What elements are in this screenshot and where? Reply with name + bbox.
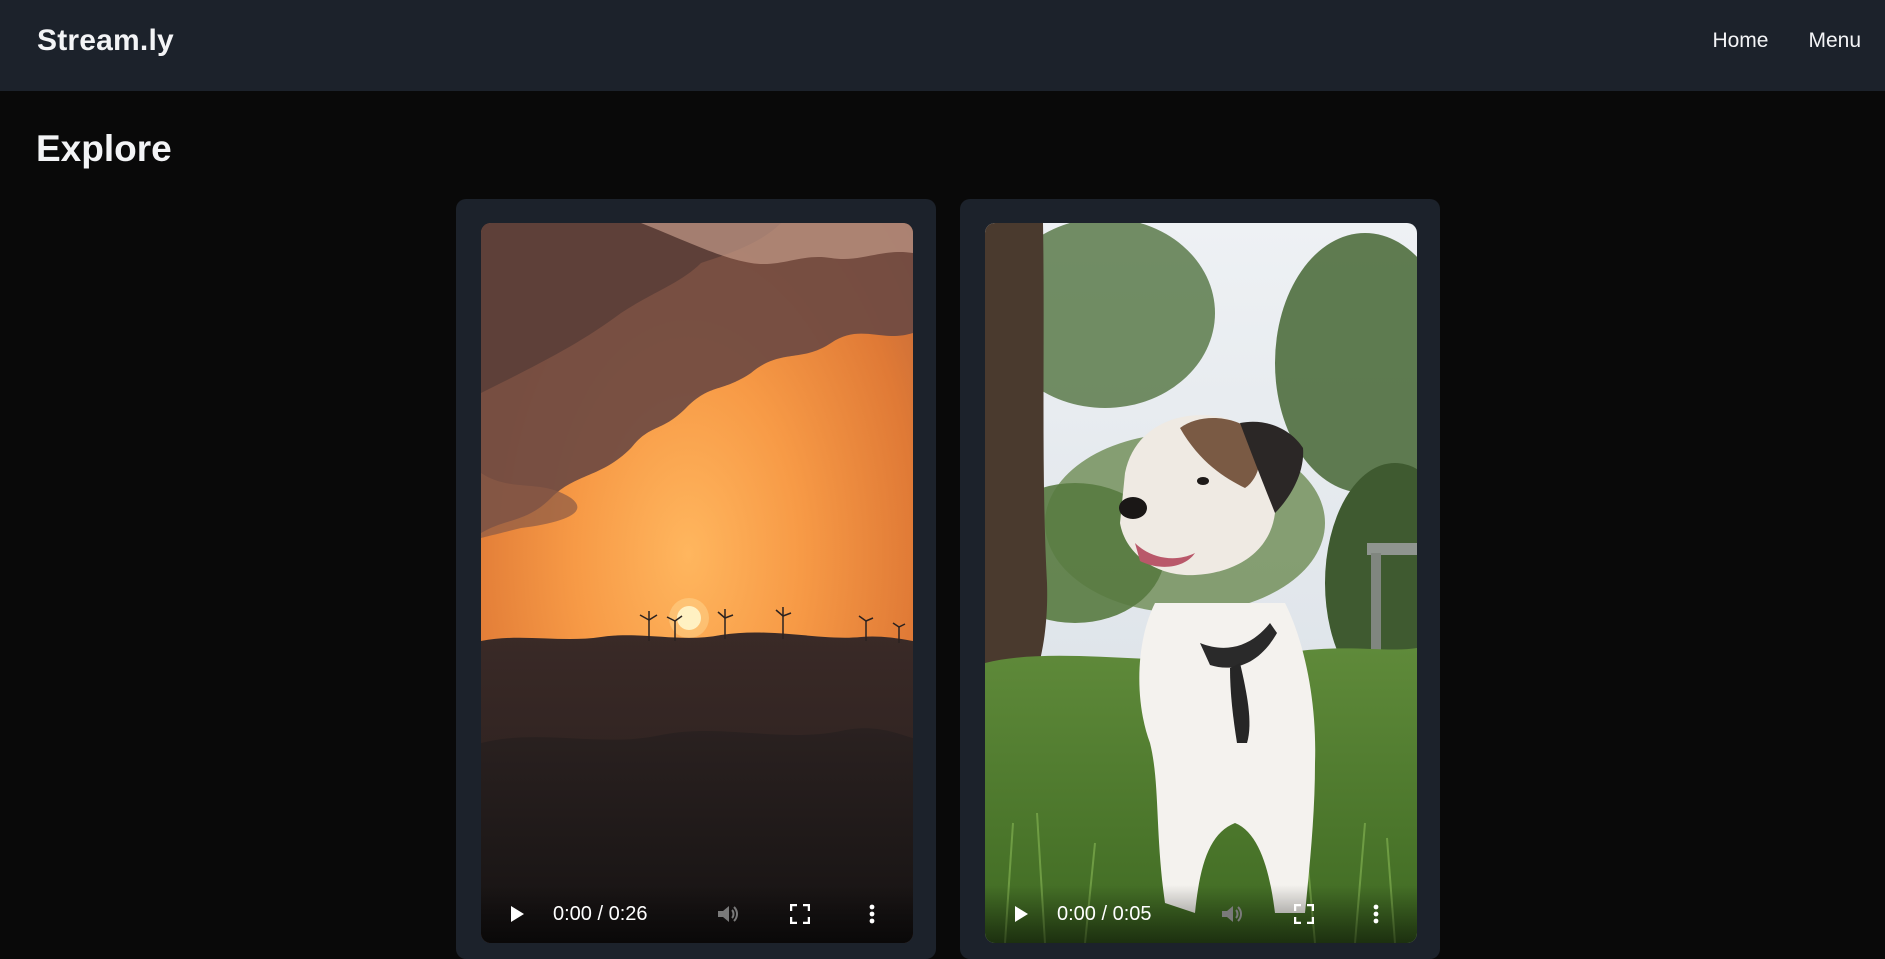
video-thumbnail-dog: [985, 223, 1417, 943]
brand-logo[interactable]: Stream.ly: [37, 24, 174, 58]
video-time: 0:00 / 0:26: [553, 903, 648, 925]
video-card: 0:00 / 0:05: [960, 199, 1440, 959]
video-controls: 0:00 / 0:26: [481, 885, 913, 943]
video-controls: 0:00 / 0:05: [985, 885, 1417, 943]
more-options-icon[interactable]: [1361, 899, 1391, 929]
video-card: 0:00 / 0:26: [456, 199, 936, 959]
video-time: 0:00 / 0:05: [1057, 903, 1152, 925]
play-icon[interactable]: [1006, 899, 1036, 929]
volume-icon[interactable]: [713, 899, 743, 929]
video-thumbnail-sunset: [481, 223, 913, 943]
play-icon[interactable]: [502, 899, 532, 929]
nav-menu-link[interactable]: Menu: [1808, 29, 1861, 53]
video-player[interactable]: 0:00 / 0:26: [481, 223, 913, 943]
main-nav: Home Menu: [1712, 29, 1861, 53]
more-options-icon[interactable]: [857, 899, 887, 929]
fullscreen-icon[interactable]: [785, 899, 815, 929]
fullscreen-icon[interactable]: [1289, 899, 1319, 929]
nav-home-link[interactable]: Home: [1712, 29, 1768, 53]
page-title: Explore: [36, 128, 172, 169]
volume-icon[interactable]: [1217, 899, 1247, 929]
video-player[interactable]: 0:00 / 0:05: [985, 223, 1417, 943]
top-navbar: Stream.ly Home Menu: [0, 0, 1885, 91]
